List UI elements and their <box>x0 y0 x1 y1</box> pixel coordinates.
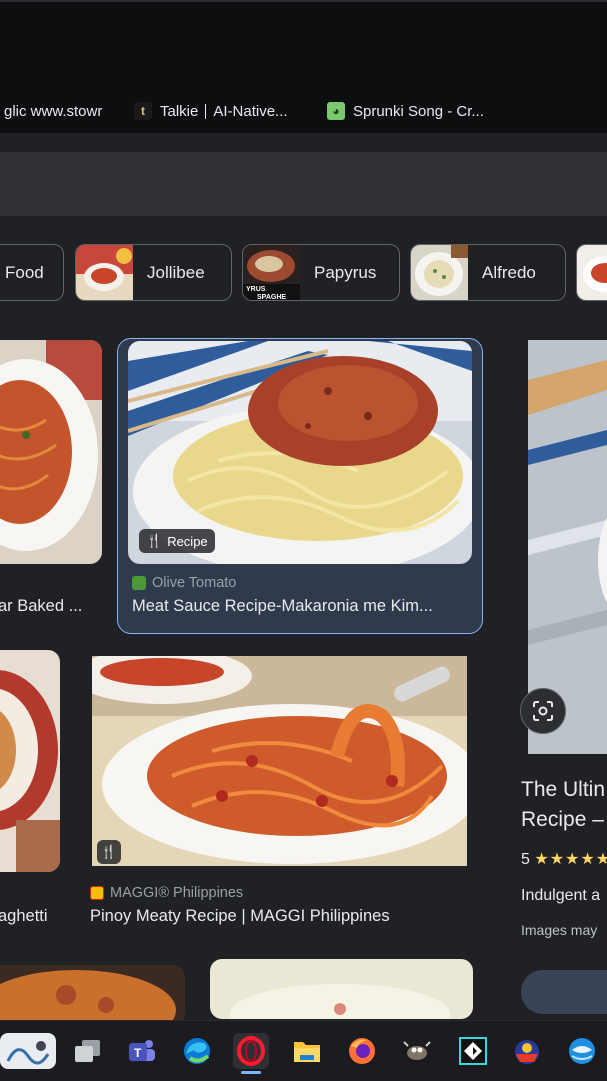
thunderbird-shape <box>569 1038 595 1064</box>
chip-more[interactable] <box>576 244 607 301</box>
chip-jollibee[interactable]: Jollibee <box>75 244 232 301</box>
widgets-icon[interactable] <box>0 1033 56 1069</box>
opera-icon[interactable] <box>233 1033 269 1069</box>
taskbar: T <box>0 1020 607 1081</box>
result-source[interactable]: MAGGI® Philippines <box>90 885 243 901</box>
bookmark-stowr[interactable]: glic www.stowr <box>4 89 102 133</box>
teams-shape: T <box>129 1040 155 1061</box>
svg-text:SPAGHE: SPAGHE <box>257 294 286 301</box>
chip-thumbnail <box>577 245 607 300</box>
bookmark-label: Talkie <box>160 102 199 120</box>
search-area <box>0 133 607 236</box>
badge-label: Recipe <box>167 533 208 549</box>
chip-thumbnail <box>411 245 468 300</box>
separator <box>205 103 207 119</box>
result-title[interactable]: aghetti <box>0 907 68 926</box>
edge-shape <box>184 1038 210 1064</box>
file-explorer-icon[interactable] <box>289 1033 325 1069</box>
bookmark-talkie[interactable]: t Talkie AI-Native... <box>134 89 288 133</box>
bookmarks-bar: glic www.stowr t Talkie AI-Native... ◕ S… <box>0 89 607 133</box>
visit-button[interactable] <box>521 970 607 1014</box>
folder-shape <box>294 1042 320 1062</box>
result-image[interactable] <box>0 650 60 872</box>
result-title[interactable]: ar Baked ... <box>0 597 98 616</box>
edge-icon[interactable] <box>179 1033 215 1069</box>
lens-icon <box>533 701 553 721</box>
rating-value: 5 <box>521 851 530 868</box>
bookmark-sprunki[interactable]: ◕ Sprunki Song - Cr... <box>327 89 484 133</box>
result-source[interactable]: Olive Tomato <box>132 575 236 591</box>
firefox-icon[interactable] <box>344 1033 380 1069</box>
sprunki-icon: ◕ <box>327 102 345 120</box>
bookmark-label: glic www.stowr <box>4 102 103 120</box>
pasta-photo <box>210 959 473 1019</box>
svg-text:YRUS: YRUS <box>246 286 266 293</box>
olive-tomato-icon <box>132 576 146 590</box>
chip-label: Papyrus <box>314 262 377 282</box>
task-view-shape <box>75 1040 100 1062</box>
result-title[interactable]: Meat Sauce Recipe-Makaronia me Kim... <box>132 597 466 616</box>
chip-label: Food <box>5 262 44 282</box>
chip-label: Jollibee <box>147 262 205 282</box>
app-icon[interactable] <box>509 1033 545 1069</box>
bookmark-extra: AI-Native... <box>213 102 288 120</box>
chip-papyrus[interactable]: YRUS SPAGHE Papyrus <box>242 244 400 301</box>
recipe-badge: 🍴 Recipe <box>139 529 215 553</box>
preview-rating: 5 ★★★★★ <box>521 849 607 869</box>
preview-title-line1[interactable]: The Ultin <box>521 778 605 802</box>
preview-description: Indulgent a <box>521 887 601 904</box>
result-image[interactable] <box>92 656 467 866</box>
spaghetti-photo <box>0 650 60 872</box>
image-results: ar Baked ... 🍴 Recipe Olive Tomato Meat <box>0 310 607 1020</box>
browser-titlebar <box>0 0 607 89</box>
spaghetti-photo <box>0 965 185 1020</box>
gimp-shape <box>403 1041 431 1060</box>
chip-food[interactable]: Food <box>0 244 64 301</box>
star-rating-icon: ★★★★★ <box>534 851 607 868</box>
teams-icon[interactable]: T <box>124 1033 160 1069</box>
lens-button[interactable] <box>520 688 566 734</box>
talkie-icon: t <box>134 102 152 120</box>
inkscape-shape <box>459 1037 487 1065</box>
opera-shape <box>237 1036 265 1066</box>
chip-alfredo[interactable]: Alfredo <box>410 244 566 301</box>
result-image[interactable] <box>210 959 473 1019</box>
utensils-icon: 🍴 <box>146 533 163 548</box>
result-title[interactable]: Pinoy Meaty Recipe | MAGGI Philippines <box>90 907 470 926</box>
pinoy-spaghetti-photo <box>92 656 467 866</box>
svg-text:T: T <box>134 1046 142 1060</box>
spaghetti-photo <box>0 340 102 564</box>
chip-thumbnail <box>76 245 133 300</box>
chip-label: Alfredo <box>482 262 536 282</box>
utensils-icon: 🍴 <box>100 844 118 859</box>
maggi-icon <box>90 886 104 900</box>
result-image[interactable] <box>0 965 185 1020</box>
preview-note: Images may <box>521 922 598 938</box>
app-shape <box>515 1040 539 1064</box>
recipe-badge: 🍴 <box>97 840 121 864</box>
inkscape-icon[interactable] <box>455 1033 491 1069</box>
preview-panel: The Ultin Recipe – 5 ★★★★★ Indulgent a I… <box>501 338 607 1014</box>
source-label: Olive Tomato <box>152 575 237 591</box>
thunderbird-icon[interactable] <box>564 1033 600 1069</box>
active-indicator <box>241 1071 261 1074</box>
related-chips: Food Jollibee YRUS SPAGHE Papyrus Alfred… <box>0 236 607 311</box>
gimp-icon[interactable] <box>399 1033 435 1069</box>
task-view-icon[interactable] <box>69 1033 105 1069</box>
chip-thumbnail: YRUS SPAGHE <box>243 245 300 301</box>
source-label: MAGGI® Philippines <box>110 885 244 901</box>
bookmark-label: Sprunki Song - Cr... <box>353 102 484 120</box>
result-image[interactable] <box>0 340 102 564</box>
firefox-shape <box>349 1038 375 1064</box>
widgets-image <box>3 1036 53 1066</box>
search-input[interactable] <box>0 152 607 216</box>
preview-title-line2[interactable]: Recipe – <box>521 808 604 832</box>
